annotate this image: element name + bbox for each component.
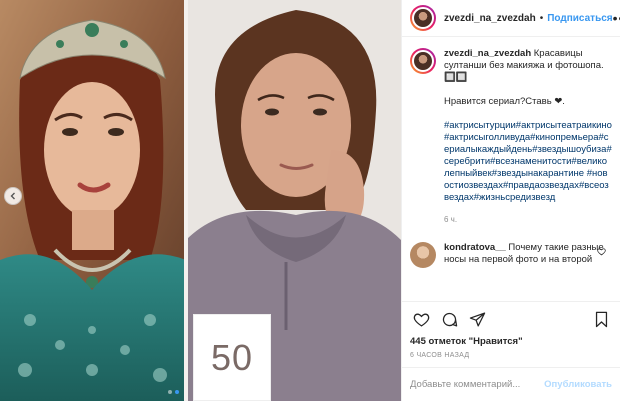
caption-username[interactable]: zvezdi_na_zvezdah: [444, 48, 531, 59]
photo-left-sultana: [0, 0, 186, 401]
avatar[interactable]: [410, 5, 436, 31]
number-overlay-card: 50: [193, 314, 271, 401]
comment-avatar[interactable]: [410, 242, 436, 268]
caption-line2: Нравится сериал?Ставь ❤.: [444, 96, 565, 107]
post-side-panel: zvezdi_na_zvezdah • Подписаться ••• zvez…: [401, 0, 620, 401]
ellipsis-icon[interactable]: •••: [613, 11, 620, 25]
caption-avatar[interactable]: [410, 48, 436, 74]
likes-count[interactable]: 445 отметок "Нравится": [410, 336, 612, 347]
header-username[interactable]: zvezdi_na_zvezdah: [444, 13, 536, 24]
comment-like-icon[interactable]: [597, 247, 606, 258]
comments-section[interactable]: zvezdi_na_zvezdah Красавицы султанши без…: [402, 38, 620, 301]
action-icons: [410, 308, 612, 330]
add-comment-bar: Опубликовать: [402, 367, 620, 401]
number-label: 50: [210, 336, 254, 378]
chevron-left-icon: [10, 192, 15, 200]
carousel-prev-button[interactable]: [4, 187, 22, 205]
publish-button[interactable]: Опубликовать: [544, 379, 612, 390]
instagram-post: 50 zvezdi_na_zvezdah • Подписаться •••: [0, 0, 620, 401]
post-header: zvezdi_na_zvezdah • Подписаться •••: [402, 0, 620, 37]
heart-icon[interactable]: [410, 308, 432, 330]
comment-item: kondratova__ Почему такие разные носы на…: [410, 242, 612, 268]
follow-button[interactable]: Подписаться: [547, 13, 612, 24]
post-media: 50: [0, 0, 401, 401]
comment-username[interactable]: kondratova__: [444, 242, 506, 253]
bookmark-icon[interactable]: [590, 308, 612, 330]
caption-timestamp: 6 ч.: [444, 215, 458, 224]
comment-icon[interactable]: [438, 308, 460, 330]
post-actions: 445 отметок "Нравится" 6 ЧАСОВ НАЗАД: [402, 301, 620, 359]
carousel-dot: [168, 390, 172, 394]
photo-divider: [184, 0, 188, 401]
carousel-dot-active: [175, 390, 179, 394]
share-icon[interactable]: [466, 308, 488, 330]
caption-hashtags[interactable]: #актрисытурции#актрисытеатраикино#актрис…: [444, 120, 612, 204]
carousel-indicator: [168, 390, 179, 394]
post-caption: zvezdi_na_zvezdah Красавицы султанши без…: [410, 48, 612, 226]
post-time-ago: 6 ЧАСОВ НАЗАД: [410, 352, 470, 359]
separator-dot: •: [539, 12, 544, 24]
comment-input[interactable]: [410, 379, 545, 390]
